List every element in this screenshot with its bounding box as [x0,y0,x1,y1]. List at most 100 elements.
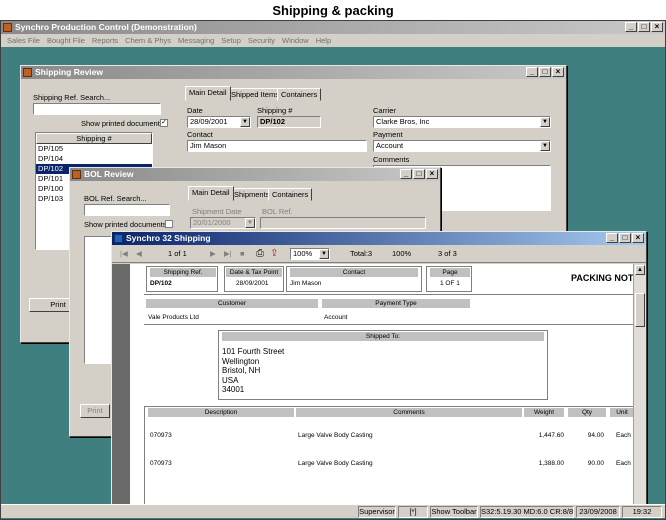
next-page-icon[interactable]: ▶ [210,245,216,263]
shipped-to-header: Shipped To: [222,332,544,341]
row-unit: Each [616,460,631,467]
show-printed-label: Show printed documents [81,119,164,128]
close-button[interactable]: × [552,67,564,77]
row-qty: 90.00 [587,460,604,467]
date-field[interactable]: 28/09/2001 ▼ [187,116,251,128]
list-item[interactable]: DP/104 [36,154,152,164]
stop-icon[interactable]: ■ [240,245,245,263]
menu-bought-file[interactable]: Bought File [47,34,85,47]
count-label: 3 of 3 [438,249,457,258]
report-window: Synchro 32 Shipping _ □ × |◀ ◀ 1 of 1 ▶ … [111,231,647,505]
chevron-down-icon[interactable]: ▼ [240,117,250,127]
status-user: Supervisor [358,506,396,518]
row-weight: 1,388.00 [538,460,564,467]
menu-help[interactable]: Help [316,34,331,47]
date-value: 28/09/2001 [190,117,228,126]
row-description: 070973 [150,460,172,467]
payment-type-value: Account [324,314,348,321]
chevron-down-icon: ▼ [245,218,255,228]
bol-print-button[interactable]: Print [80,404,110,418]
carrier-select[interactable]: Clarke Bros, Inc ▼ [373,116,551,128]
bol-ref-label: BOL Ref. [262,207,293,216]
close-button[interactable]: × [632,233,644,243]
maximize-button[interactable]: □ [619,233,631,243]
status-server: S32:5.19.30 MD:6.0 CR:8/8.5 [480,506,574,518]
tab-main-detail[interactable]: Main Detail [185,86,231,101]
zoom-select[interactable]: 100% ▼ [290,248,330,260]
scroll-up-icon[interactable]: ▲ [635,265,645,275]
items-table [144,406,634,504]
show-printed-checkbox[interactable]: ✓ [160,119,168,127]
report-title: Synchro 32 Shipping [126,233,211,243]
bol-show-printed-label: Show printed documents [84,220,167,229]
app-icon [3,23,12,32]
list-item[interactable]: DP/105 [36,144,152,154]
prev-page-icon[interactable]: ◀ [136,245,142,263]
menu-security[interactable]: Security [248,34,275,47]
scroll-thumb[interactable] [635,293,645,327]
shipment-date-label: Shipment Date [192,207,242,216]
tab-shipments[interactable]: Shipments [230,188,274,201]
shipping-ref-value: DP/102 [150,280,172,287]
print-icon[interactable]: ⎙ [256,245,264,263]
contact-field[interactable]: Jim Mason [187,140,367,152]
report-titlebar: Synchro 32 Shipping _ □ × [112,232,646,245]
tab-containers[interactable]: Containers [277,88,322,101]
document-heading: PACKING NOTE [571,273,633,283]
export-icon[interactable]: ⇪ [270,245,278,263]
carrier-value: Clarke Bros, Inc [376,117,430,126]
menu-chem-phys[interactable]: Chem & Phys [125,34,171,47]
maximize-button[interactable]: □ [413,169,425,179]
column-header-qty: Qty [568,408,606,417]
shipping-no-field: DP/102 [257,116,321,128]
maximize-button[interactable]: □ [539,67,551,77]
first-page-icon[interactable]: |◀ [120,245,128,263]
bol-search-label: BOL Ref. Search... [84,194,147,203]
chevron-down-icon[interactable]: ▼ [319,249,329,259]
menu-sales-file[interactable]: Sales File [7,34,40,47]
contact-header: Contact [290,268,418,277]
bol-search-input[interactable] [84,204,170,216]
status-bar: Supervisor [*] Show Toolbar S32:5.19.30 … [1,504,665,518]
page-title: Shipping & packing [272,3,394,18]
minimize-button[interactable]: _ [400,169,412,179]
menu-messaging[interactable]: Messaging [178,34,214,47]
shipping-search-input[interactable] [33,103,161,115]
tab-containers[interactable]: Containers [268,188,313,201]
payment-select[interactable]: Account ▼ [373,140,551,152]
row-description: 070973 [150,432,172,439]
shipping-no-label: Shipping # [257,106,293,115]
last-page-icon[interactable]: ▶| [224,245,232,263]
minimize-button[interactable]: _ [625,22,637,32]
zoom-value: 100% [293,249,313,258]
menu-bar: Sales File Bought File Reports Chem & Ph… [1,34,665,47]
tab-main-detail[interactable]: Main Detail [188,186,234,201]
menu-window[interactable]: Window [282,34,309,47]
report-page: Shipping Ref. DP/102 Date & Tax Point 28… [130,264,634,504]
address-line: USA [222,375,239,385]
status-time: 19:32 [622,506,662,518]
report-scrollbar[interactable]: ▲ [633,264,646,504]
report-toolbar: |◀ ◀ 1 of 1 ▶ ▶| ■ ⎙ ⇪ 100% ▼ Total:3 100… [112,245,646,263]
tab-shipped-items[interactable]: Shipped Items [227,88,283,101]
minimize-button[interactable]: _ [606,233,618,243]
window-icon [23,68,32,77]
shipped-to-address: 101 Fourth Street Wellington Bristol, NH… [222,347,284,395]
app-window: Synchro Production Control (Demonstratio… [0,20,666,520]
customer-value: Vale Products Ltd [148,314,199,321]
minimize-button[interactable]: _ [526,67,538,77]
menu-reports[interactable]: Reports [92,34,118,47]
maximize-button[interactable]: □ [638,22,650,32]
close-button[interactable]: × [426,169,438,179]
menu-setup[interactable]: Setup [221,34,241,47]
app-title: Synchro Production Control (Demonstratio… [15,22,197,32]
date-label: Date [187,106,203,115]
shipping-list-header[interactable]: Shipping # [36,133,152,144]
bol-show-printed-checkbox[interactable] [165,220,173,228]
report-canvas: Shipping Ref. DP/102 Date & Tax Point 28… [112,264,646,504]
close-button[interactable]: × [651,22,663,32]
chevron-down-icon[interactable]: ▼ [540,117,550,127]
page-indicator: 1 of 1 [168,249,187,258]
status-show-toolbar[interactable]: Show Toolbar [430,506,478,518]
chevron-down-icon[interactable]: ▼ [540,141,550,151]
